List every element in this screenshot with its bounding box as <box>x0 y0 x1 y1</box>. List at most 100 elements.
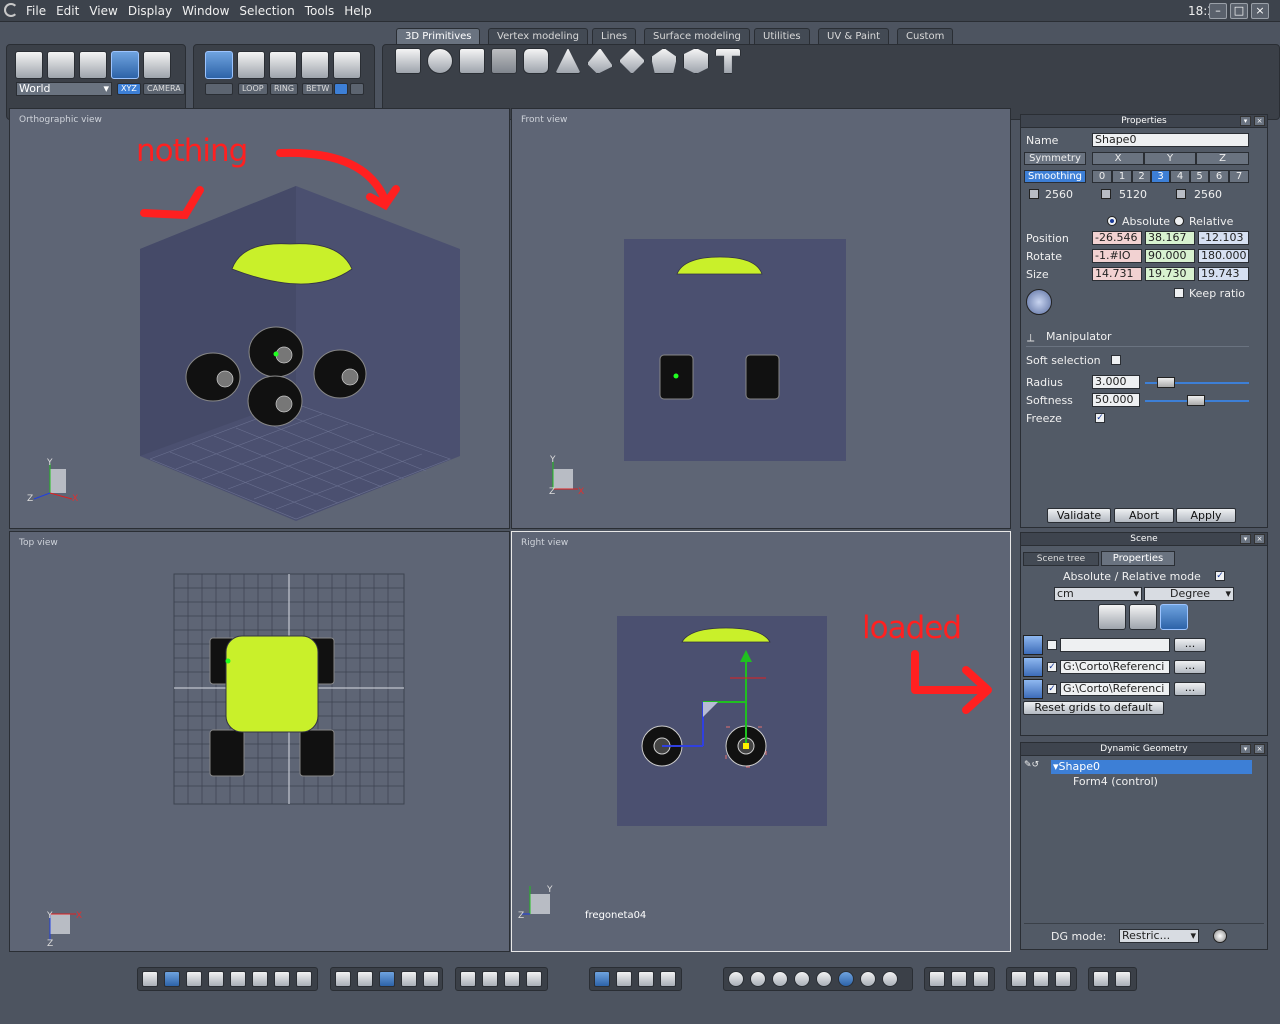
universal-manipulator-icon[interactable] <box>111 51 139 79</box>
paint-select-icon[interactable] <box>205 83 233 95</box>
layout-quad-icon[interactable] <box>164 971 180 987</box>
smoothing-button[interactable]: Smoothing <box>1024 170 1086 183</box>
face-select-icon[interactable] <box>237 51 265 79</box>
settings-icon[interactable] <box>1093 971 1109 987</box>
softness-field[interactable]: 50.000 <box>1092 393 1140 407</box>
abort-button[interactable]: Abort <box>1114 508 1174 523</box>
unit-select[interactable]: cm ▾ <box>1054 587 1142 601</box>
grid-image-checkbox[interactable] <box>1047 640 1057 650</box>
auto-select-icon[interactable] <box>333 51 361 79</box>
edge-select-icon[interactable] <box>269 51 297 79</box>
grid-plane-primitive-icon[interactable] <box>491 48 517 74</box>
eye-icon[interactable] <box>526 971 542 987</box>
viewport-top[interactable]: Top view Y X Z <box>9 531 510 952</box>
ghost-tool-icon[interactable] <box>143 51 171 79</box>
symmetry-x-button[interactable]: X <box>1092 152 1144 165</box>
viewport-right[interactable]: Right view Y Z fregoneta04 loaded <box>511 531 1011 952</box>
smoothing-level-4[interactable]: 4 <box>1170 170 1190 183</box>
edit-history-icon[interactable]: ✎↺ <box>1024 760 1050 772</box>
lens-icon[interactable] <box>929 971 945 987</box>
grid-image-icon[interactable] <box>1023 657 1043 677</box>
browse-button[interactable]: ... <box>1174 660 1206 674</box>
size-y-field[interactable]: 19.730 <box>1145 267 1195 281</box>
radius-slider-handle[interactable] <box>1157 377 1175 388</box>
menu-window[interactable]: Window <box>182 4 229 18</box>
menu-display[interactable]: Display <box>128 4 172 18</box>
cube-primitive-icon[interactable] <box>395 48 421 74</box>
grid-xy-icon[interactable] <box>1129 604 1157 630</box>
render-icon[interactable] <box>335 971 351 987</box>
select-arrow-icon[interactable] <box>15 51 43 79</box>
pan-icon[interactable] <box>482 971 498 987</box>
textured-sphere-icon[interactable] <box>860 971 876 987</box>
menu-tools[interactable]: Tools <box>305 4 335 18</box>
xyz-button[interactable]: XYZ <box>117 83 141 95</box>
loop-button[interactable]: LOOP <box>238 83 268 95</box>
smooth-sphere-icon[interactable] <box>816 971 832 987</box>
layout-three-left-icon[interactable] <box>230 971 246 987</box>
cylinder-primitive-icon[interactable] <box>523 48 549 74</box>
rotate-z-field[interactable]: 180.000 <box>1198 249 1249 263</box>
symmetry-z-button[interactable]: Z <box>1196 152 1249 165</box>
size-z-field[interactable]: 19.743 <box>1198 267 1249 281</box>
smoothing-level-6[interactable]: 6 <box>1209 170 1229 183</box>
relative-radio[interactable] <box>1174 216 1184 226</box>
menu-file[interactable]: File <box>26 4 46 18</box>
gouraud-sphere-icon[interactable] <box>794 971 810 987</box>
keep-ratio-checkbox[interactable] <box>1174 288 1184 298</box>
viewport-front[interactable]: Front view Y X Z <box>511 108 1011 529</box>
name-field[interactable]: Shape0 <box>1092 133 1249 147</box>
tab-vertex-modeling[interactable]: Vertex modeling <box>488 28 588 44</box>
close-icon[interactable]: × <box>1251 3 1269 19</box>
wireframe-sphere-icon[interactable] <box>728 971 744 987</box>
layout-three-right-icon[interactable] <box>252 971 268 987</box>
tab-scene-tree[interactable]: Scene tree <box>1023 552 1099 566</box>
smoothing-level-0[interactable]: 0 <box>1092 170 1112 183</box>
grid-display-icon[interactable] <box>379 971 395 987</box>
tab-utilities[interactable]: Utilities <box>754 28 810 44</box>
smoothing-level-1[interactable]: 1 <box>1112 170 1132 183</box>
layout-single-icon[interactable] <box>142 971 158 987</box>
tree-item-form4[interactable]: Form4 (control) <box>1073 775 1158 788</box>
absolute-radio[interactable] <box>1107 216 1117 226</box>
tab-3d-primitives[interactable]: 3D Primitives <box>396 28 481 44</box>
size-x-field[interactable]: 14.731 <box>1092 267 1142 281</box>
hidden-line-sphere-icon[interactable] <box>750 971 766 987</box>
orientation-sphere-icon[interactable] <box>1026 289 1052 315</box>
camera-icon[interactable] <box>1115 971 1131 987</box>
close-icon[interactable]: × <box>1254 116 1265 126</box>
panels-icon[interactable] <box>1055 971 1071 987</box>
smooth-wire-sphere-icon[interactable] <box>838 971 854 987</box>
grid-xz-icon[interactable] <box>1098 604 1126 630</box>
rotate-tool-icon[interactable] <box>47 51 75 79</box>
symmetry-y-button[interactable]: Y <box>1144 152 1196 165</box>
object-select-icon[interactable] <box>205 51 233 79</box>
tab-custom[interactable]: Custom <box>897 28 954 44</box>
reset-grids-button[interactable]: Reset grids to default <box>1023 701 1164 715</box>
plane-primitive-icon[interactable] <box>459 48 485 74</box>
tab-lines[interactable]: Lines <box>592 28 637 44</box>
ring-button[interactable]: RING <box>270 83 299 95</box>
axis-manipulator-icon[interactable] <box>594 971 610 987</box>
hand-icon[interactable] <box>638 971 654 987</box>
viewport-orthographic[interactable]: Orthographic view Y X Z nothing <box>9 108 510 529</box>
position-z-field[interactable]: -12.103 <box>1198 231 1249 245</box>
menu-help[interactable]: Help <box>344 4 371 18</box>
tab-scene-properties[interactable]: Properties <box>1101 551 1175 566</box>
smoothing-level-2[interactable]: 2 <box>1132 170 1151 183</box>
maximize-icon[interactable]: □ <box>1230 3 1248 19</box>
position-x-field[interactable]: -26.546 <box>1092 231 1142 245</box>
cube-view-icon[interactable] <box>1011 971 1027 987</box>
rotate-x-field[interactable]: -1.#IO <box>1092 249 1142 263</box>
dg-status-icon[interactable] <box>1213 929 1227 943</box>
scale-tool-icon[interactable] <box>79 51 107 79</box>
grid-image-icon[interactable] <box>1023 679 1043 699</box>
browse-button[interactable]: ... <box>1174 682 1206 696</box>
table-display-icon[interactable] <box>401 971 417 987</box>
layout-three-bottom-icon[interactable] <box>208 971 224 987</box>
close-icon[interactable]: × <box>1254 534 1265 544</box>
grid-image-path-field[interactable]: G:\Corto\Referenci <box>1060 682 1170 696</box>
grid-image-path-field[interactable] <box>1060 638 1170 652</box>
collapse-icon[interactable]: ▾ <box>1240 534 1251 544</box>
sphere-primitive-icon[interactable] <box>427 48 453 74</box>
